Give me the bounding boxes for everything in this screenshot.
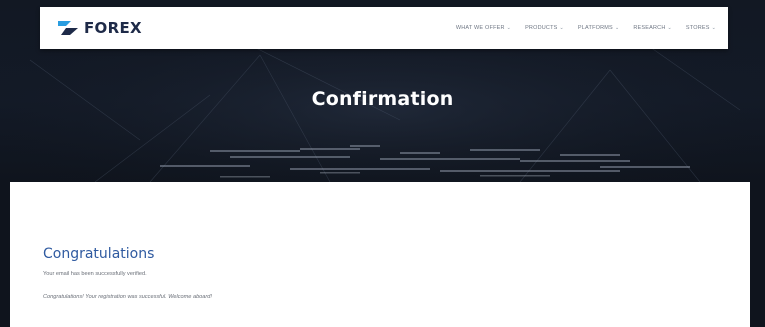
page-title: Confirmation — [311, 88, 454, 110]
page: Confirmation FOREX WHAT WE OFFER ⌄ PRODU… — [0, 0, 765, 327]
nav-item-what-we-offer[interactable]: WHAT WE OFFER ⌄ — [456, 25, 511, 31]
chevron-down-icon: ⌄ — [506, 25, 512, 31]
nav-item-label: RESEARCH — [633, 25, 666, 31]
page-edge-band — [750, 182, 765, 327]
nav-item-label: STORES — [685, 25, 710, 31]
main-menu: WHAT WE OFFER ⌄ PRODUCTS ⌄ PLATFORMS ⌄ R… — [442, 25, 716, 31]
nav-item-stores[interactable]: STORES ⌄ — [686, 25, 716, 31]
nav-item-platforms[interactable]: PLATFORMS ⌄ — [578, 25, 619, 31]
welcome-message: Congratulations! Your registration was s… — [43, 294, 212, 300]
nav-item-label: PRODUCTS — [525, 25, 558, 31]
chevron-down-icon: ⌄ — [667, 25, 672, 31]
nav-item-label: WHAT WE OFFER — [455, 25, 505, 31]
nav-item-research[interactable]: RESEARCH ⌄ — [633, 25, 672, 31]
chevron-down-icon: ⌄ — [559, 25, 564, 31]
chevron-down-icon: ⌄ — [711, 25, 716, 31]
verification-message: Your email has been successfully verifie… — [43, 271, 147, 277]
confirmation-content: Congratulations Your email has been succ… — [10, 182, 750, 327]
nav-item-products[interactable]: PRODUCTS ⌄ — [525, 25, 564, 31]
forex-logo-icon — [58, 21, 78, 35]
brand-logo[interactable]: FOREX — [57, 19, 142, 37]
brand-name: FOREX — [84, 19, 142, 37]
nav-item-label: PLATFORMS — [577, 25, 613, 31]
confirmation-heading: Congratulations — [43, 246, 155, 262]
chevron-down-icon: ⌄ — [614, 25, 620, 31]
top-navbar: FOREX WHAT WE OFFER ⌄ PRODUCTS ⌄ PLATFOR… — [40, 7, 728, 49]
